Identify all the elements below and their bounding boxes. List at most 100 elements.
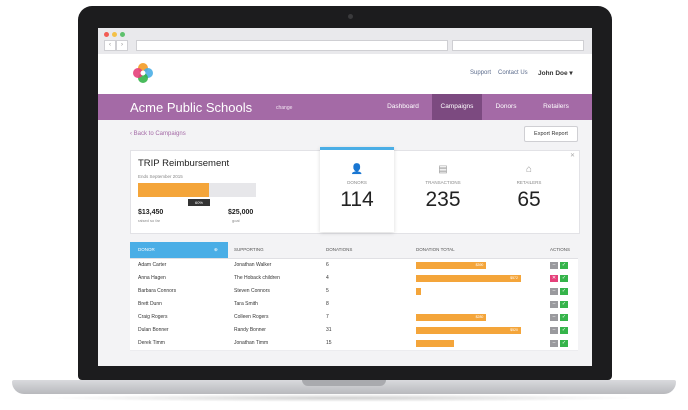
approve-action-button[interactable]: ✓	[560, 301, 568, 308]
close-window-dot[interactable]	[104, 32, 109, 37]
table-row[interactable]: Adam Carter Jonathan Walker 6 $390 – ✓	[130, 259, 578, 273]
laptop-shadow	[40, 394, 648, 402]
donor-name: Derek Timm	[138, 340, 165, 346]
stat-transactions[interactable]: ▤ TRANSACTIONS 235	[406, 150, 480, 232]
flower-logo-icon[interactable]	[132, 62, 154, 84]
forward-arrow-icon[interactable]: ›	[116, 40, 128, 51]
laptop-notch	[302, 380, 386, 386]
export-report-button[interactable]: Export Report	[524, 126, 578, 142]
donation-count: 4	[326, 275, 329, 281]
reject-action-button[interactable]: ✕	[550, 275, 558, 282]
raised-label: raised so far	[138, 218, 161, 223]
back-arrow-icon[interactable]: ‹	[104, 40, 116, 51]
progress-tag: 60%	[188, 199, 210, 206]
stat-value: 65	[517, 188, 541, 211]
table-row[interactable]: Derek Timm Jonathan Timm 15 – ✓	[130, 337, 578, 351]
user-menu[interactable]: John Doe ▾	[538, 69, 573, 77]
person-icon: 👤	[350, 164, 364, 175]
donor-table: DONOR ⊕ SUPPORTING DONATIONS DONATION TO…	[130, 242, 578, 352]
table-row[interactable]: Craig Rogers Colleen Rogers 7 $280 – ✓	[130, 311, 578, 325]
nav-campaigns[interactable]: Campaigns	[432, 94, 482, 120]
minimize-window-dot[interactable]	[112, 32, 117, 37]
donation-total-bar	[416, 288, 422, 295]
stat-retailers[interactable]: ⌂ RETAILERS 65	[492, 150, 566, 232]
donation-total-label: $572	[510, 276, 518, 280]
goal-label: goal	[232, 218, 240, 223]
address-bar[interactable]	[136, 40, 448, 51]
nav-dashboard[interactable]: Dashboard	[378, 94, 428, 120]
stat-value: 235	[425, 188, 461, 211]
donation-total-bar: $280	[416, 314, 487, 321]
campaign-subtitle: Ends September 2015	[138, 174, 183, 179]
donation-total-label: $390	[475, 263, 484, 267]
approve-action-button[interactable]: ✓	[560, 288, 568, 295]
donation-total-bar: $572	[416, 275, 521, 282]
donor-name: Dulan Bonner	[138, 327, 169, 333]
supporting-name: Tara Smith	[234, 301, 258, 307]
supporting-name: Colleen Rogers	[234, 314, 269, 320]
donation-count: 7	[326, 314, 329, 320]
back-to-campaigns-link[interactable]: ‹ Back to Campaigns	[130, 131, 186, 137]
donation-total-label: $520	[510, 328, 518, 332]
screen: ‹ › Support Contact Us John Doe ▾ Acme P…	[98, 28, 592, 366]
donation-total-bar: $520	[416, 327, 521, 334]
stat-label: TRANSACTIONS	[425, 180, 461, 185]
school-title: Acme Public Schools	[130, 100, 253, 115]
contact-link[interactable]: Contact Us	[498, 70, 528, 76]
reject-action-button[interactable]: –	[550, 314, 558, 321]
stat-label: RETAILERS	[516, 180, 542, 185]
donor-name: Adam Carter	[138, 262, 167, 268]
close-icon[interactable]: ✕	[570, 152, 575, 159]
approve-action-button[interactable]: ✓	[560, 340, 568, 347]
browser-search-field[interactable]	[452, 40, 584, 51]
maximize-window-dot[interactable]	[120, 32, 125, 37]
donation-count: 5	[326, 288, 329, 294]
table-row[interactable]: Brett Dunn Tara Smith 8 – ✓	[130, 298, 578, 312]
reject-action-button[interactable]: –	[550, 262, 558, 269]
browser-chrome: ‹ ›	[98, 28, 592, 55]
approve-action-button[interactable]: ✓	[560, 262, 568, 269]
column-header-actions: ACTIONS	[550, 247, 571, 252]
supporting-name: The Hoback children	[234, 275, 280, 281]
stat-donors[interactable]: 👤 DONORS 114	[320, 147, 394, 232]
table-row[interactable]: Anna Hagen The Hoback children 4 $572 ✕ ✓	[130, 272, 578, 286]
donor-name: Anna Hagen	[138, 275, 166, 281]
sort-icon[interactable]: ⊕	[214, 242, 218, 258]
donation-count: 31	[326, 327, 332, 333]
supporting-name: Jonathan Timm	[234, 340, 269, 346]
column-header-donation-total[interactable]: DONATION TOTAL	[416, 242, 455, 258]
donation-total-bar	[416, 340, 455, 347]
support-link[interactable]: Support	[470, 70, 491, 76]
reject-action-button[interactable]: –	[550, 288, 558, 295]
column-header-donations[interactable]: DONATIONS	[326, 242, 352, 258]
donation-count: 8	[326, 301, 329, 307]
table-row[interactable]: Barbara Connors Steven Connors 5 – ✓	[130, 285, 578, 299]
reject-action-button[interactable]: –	[550, 327, 558, 334]
approve-action-button[interactable]: ✓	[560, 275, 568, 282]
camera-icon	[348, 14, 353, 19]
donor-name: Brett Dunn	[138, 301, 162, 307]
reject-action-button[interactable]: –	[550, 301, 558, 308]
school-header: Acme Public Schools change Dashboard Cam…	[98, 94, 592, 120]
stat-label: DONORS	[347, 180, 367, 185]
approve-action-button[interactable]: ✓	[560, 314, 568, 321]
stat-value: 114	[340, 188, 374, 211]
tag-icon: ⌂	[525, 164, 533, 175]
donor-name: Barbara Connors	[138, 288, 177, 294]
column-header-supporting[interactable]: SUPPORTING	[234, 242, 264, 258]
table-row[interactable]: Dulan Bonner Randy Bonner 31 $520 – ✓	[130, 324, 578, 338]
change-school-link[interactable]: change	[276, 105, 292, 111]
donation-count: 15	[326, 340, 332, 346]
donation-count: 6	[326, 262, 329, 268]
supporting-name: Randy Bonner	[234, 327, 266, 333]
nav-donors[interactable]: Donors	[486, 94, 526, 120]
progress-fill	[138, 183, 209, 197]
approve-action-button[interactable]: ✓	[560, 327, 568, 334]
campaign-title: TRIP Reimbursement	[138, 158, 230, 169]
table-header: DONOR ⊕ SUPPORTING DONATIONS DONATION TO…	[130, 242, 578, 259]
reject-action-button[interactable]: –	[550, 340, 558, 347]
donation-total-bar: $390	[416, 262, 487, 269]
nav-retailers[interactable]: Retailers	[534, 94, 578, 120]
raised-amount: $13,450	[138, 209, 164, 216]
supporting-name: Steven Connors	[234, 288, 270, 294]
